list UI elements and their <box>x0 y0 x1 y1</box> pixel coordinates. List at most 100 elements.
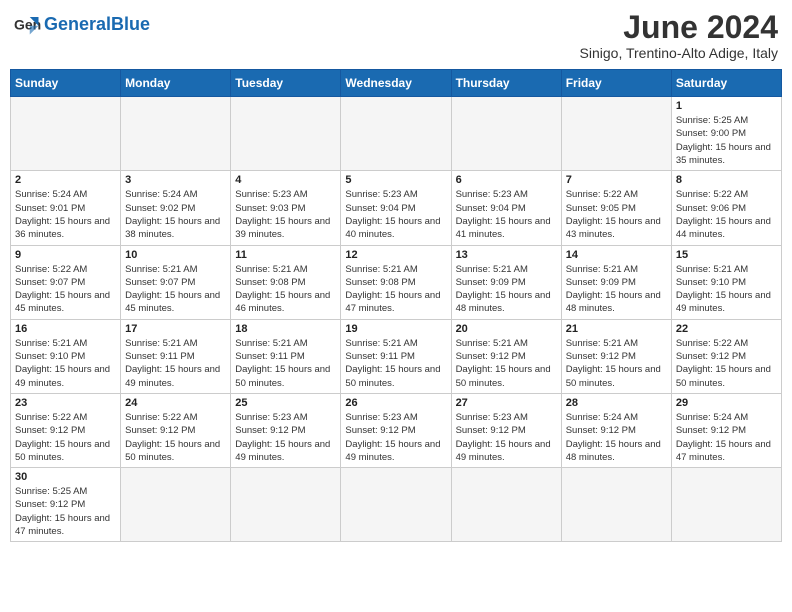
day-number: 29 <box>676 397 777 409</box>
day-cell: 11 Sunrise: 5:21 AM Sunset: 9:08 PM Dayli… <box>231 245 341 319</box>
calendar-subtitle: Sinigo, Trentino-Alto Adige, Italy <box>580 45 778 61</box>
page-header: Gen GeneralBlue June 2024 Sinigo, Trenti… <box>10 10 782 61</box>
weekday-header-wednesday: Wednesday <box>341 70 451 97</box>
day-info: Sunrise: 5:21 AM Sunset: 9:08 PM Dayligh… <box>345 263 446 316</box>
day-number: 23 <box>15 397 116 409</box>
day-number: 15 <box>676 249 777 261</box>
day-info: Sunrise: 5:21 AM Sunset: 9:10 PM Dayligh… <box>676 263 777 316</box>
day-number: 13 <box>456 249 557 261</box>
day-number: 4 <box>235 174 336 186</box>
day-number: 26 <box>345 397 446 409</box>
day-cell: 17 Sunrise: 5:21 AM Sunset: 9:11 PM Dayli… <box>121 319 231 393</box>
day-info: Sunrise: 5:21 AM Sunset: 9:09 PM Dayligh… <box>456 263 557 316</box>
day-number: 8 <box>676 174 777 186</box>
day-number: 12 <box>345 249 446 261</box>
day-cell: 23 Sunrise: 5:22 AM Sunset: 9:12 PM Dayli… <box>11 393 121 467</box>
weekday-header-thursday: Thursday <box>451 70 561 97</box>
day-info: Sunrise: 5:25 AM Sunset: 9:00 PM Dayligh… <box>676 114 777 167</box>
day-number: 27 <box>456 397 557 409</box>
week-row-4: 16 Sunrise: 5:21 AM Sunset: 9:10 PM Dayli… <box>11 319 782 393</box>
day-number: 18 <box>235 323 336 335</box>
day-cell <box>341 468 451 542</box>
day-number: 11 <box>235 249 336 261</box>
day-cell: 4 Sunrise: 5:23 AM Sunset: 9:03 PM Daylig… <box>231 171 341 245</box>
logo-icon: Gen <box>14 10 42 38</box>
calendar-title: June 2024 <box>580 10 778 45</box>
calendar-table: SundayMondayTuesdayWednesdayThursdayFrid… <box>10 69 782 542</box>
day-info: Sunrise: 5:21 AM Sunset: 9:12 PM Dayligh… <box>456 337 557 390</box>
day-info: Sunrise: 5:22 AM Sunset: 9:06 PM Dayligh… <box>676 188 777 241</box>
day-cell <box>671 468 781 542</box>
day-cell: 29Sunrise: 5:24 AM Sunset: 9:12 PM Dayli… <box>671 393 781 467</box>
week-row-2: 2Sunrise: 5:24 AM Sunset: 9:01 PM Daylig… <box>11 171 782 245</box>
day-number: 7 <box>566 174 667 186</box>
day-info: Sunrise: 5:21 AM Sunset: 9:07 PM Dayligh… <box>125 263 226 316</box>
day-cell: 19 Sunrise: 5:21 AM Sunset: 9:11 PM Dayli… <box>341 319 451 393</box>
day-info: Sunrise: 5:21 AM Sunset: 9:09 PM Dayligh… <box>566 263 667 316</box>
day-cell: 9 Sunrise: 5:22 AM Sunset: 9:07 PM Daylig… <box>11 245 121 319</box>
day-cell <box>561 97 671 171</box>
day-number: 24 <box>125 397 226 409</box>
day-cell <box>451 468 561 542</box>
day-info: Sunrise: 5:23 AM Sunset: 9:12 PM Dayligh… <box>235 411 336 464</box>
day-cell: 7 Sunrise: 5:22 AM Sunset: 9:05 PM Daylig… <box>561 171 671 245</box>
day-info: Sunrise: 5:23 AM Sunset: 9:04 PM Dayligh… <box>345 188 446 241</box>
day-cell: 20 Sunrise: 5:21 AM Sunset: 9:12 PM Dayli… <box>451 319 561 393</box>
weekday-header-sunday: Sunday <box>11 70 121 97</box>
day-cell: 14Sunrise: 5:21 AM Sunset: 9:09 PM Dayli… <box>561 245 671 319</box>
day-info: Sunrise: 5:22 AM Sunset: 9:12 PM Dayligh… <box>125 411 226 464</box>
day-number: 3 <box>125 174 226 186</box>
day-cell: 12 Sunrise: 5:21 AM Sunset: 9:08 PM Dayli… <box>341 245 451 319</box>
day-number: 17 <box>125 323 226 335</box>
day-info: Sunrise: 5:21 AM Sunset: 9:12 PM Dayligh… <box>566 337 667 390</box>
day-number: 9 <box>15 249 116 261</box>
day-number: 6 <box>456 174 557 186</box>
logo: Gen GeneralBlue <box>14 10 150 38</box>
day-info: Sunrise: 5:21 AM Sunset: 9:11 PM Dayligh… <box>235 337 336 390</box>
logo-text: GeneralBlue <box>44 14 150 34</box>
day-number: 2 <box>15 174 116 186</box>
day-info: Sunrise: 5:25 AM Sunset: 9:12 PM Dayligh… <box>15 485 116 538</box>
day-cell: 18 Sunrise: 5:21 AM Sunset: 9:11 PM Dayli… <box>231 319 341 393</box>
day-cell <box>451 97 561 171</box>
day-info: Sunrise: 5:22 AM Sunset: 9:05 PM Dayligh… <box>566 188 667 241</box>
day-cell <box>121 97 231 171</box>
day-cell: 27 Sunrise: 5:23 AM Sunset: 9:12 PM Dayli… <box>451 393 561 467</box>
day-number: 16 <box>15 323 116 335</box>
day-info: Sunrise: 5:22 AM Sunset: 9:12 PM Dayligh… <box>676 337 777 390</box>
day-number: 25 <box>235 397 336 409</box>
day-info: Sunrise: 5:21 AM Sunset: 9:11 PM Dayligh… <box>125 337 226 390</box>
week-row-5: 23 Sunrise: 5:22 AM Sunset: 9:12 PM Dayli… <box>11 393 782 467</box>
day-info: Sunrise: 5:22 AM Sunset: 9:12 PM Dayligh… <box>15 411 116 464</box>
day-info: Sunrise: 5:23 AM Sunset: 9:03 PM Dayligh… <box>235 188 336 241</box>
day-info: Sunrise: 5:21 AM Sunset: 9:08 PM Dayligh… <box>235 263 336 316</box>
day-number: 1 <box>676 100 777 112</box>
day-number: 20 <box>456 323 557 335</box>
day-cell: 5Sunrise: 5:23 AM Sunset: 9:04 PM Daylig… <box>341 171 451 245</box>
day-number: 10 <box>125 249 226 261</box>
day-cell: 30Sunrise: 5:25 AM Sunset: 9:12 PM Dayli… <box>11 468 121 542</box>
day-info: Sunrise: 5:22 AM Sunset: 9:07 PM Dayligh… <box>15 263 116 316</box>
day-cell <box>561 468 671 542</box>
day-cell <box>121 468 231 542</box>
weekday-header-friday: Friday <box>561 70 671 97</box>
day-number: 22 <box>676 323 777 335</box>
day-number: 28 <box>566 397 667 409</box>
day-info: Sunrise: 5:24 AM Sunset: 9:02 PM Dayligh… <box>125 188 226 241</box>
day-info: Sunrise: 5:23 AM Sunset: 9:12 PM Dayligh… <box>345 411 446 464</box>
day-info: Sunrise: 5:21 AM Sunset: 9:10 PM Dayligh… <box>15 337 116 390</box>
day-cell: 22 Sunrise: 5:22 AM Sunset: 9:12 PM Dayli… <box>671 319 781 393</box>
week-row-3: 9 Sunrise: 5:22 AM Sunset: 9:07 PM Daylig… <box>11 245 782 319</box>
day-cell: 6 Sunrise: 5:23 AM Sunset: 9:04 PM Daylig… <box>451 171 561 245</box>
day-cell: 28 Sunrise: 5:24 AM Sunset: 9:12 PM Dayli… <box>561 393 671 467</box>
day-cell: 25 Sunrise: 5:23 AM Sunset: 9:12 PM Dayli… <box>231 393 341 467</box>
week-row-6: 30Sunrise: 5:25 AM Sunset: 9:12 PM Dayli… <box>11 468 782 542</box>
day-info: Sunrise: 5:23 AM Sunset: 9:04 PM Dayligh… <box>456 188 557 241</box>
day-info: Sunrise: 5:24 AM Sunset: 9:12 PM Dayligh… <box>566 411 667 464</box>
week-row-1: 1 Sunrise: 5:25 AM Sunset: 9:00 PM Daylig… <box>11 97 782 171</box>
day-cell: 15 Sunrise: 5:21 AM Sunset: 9:10 PM Dayli… <box>671 245 781 319</box>
day-info: Sunrise: 5:23 AM Sunset: 9:12 PM Dayligh… <box>456 411 557 464</box>
day-number: 19 <box>345 323 446 335</box>
day-cell: 24 Sunrise: 5:22 AM Sunset: 9:12 PM Dayli… <box>121 393 231 467</box>
day-info: Sunrise: 5:21 AM Sunset: 9:11 PM Dayligh… <box>345 337 446 390</box>
